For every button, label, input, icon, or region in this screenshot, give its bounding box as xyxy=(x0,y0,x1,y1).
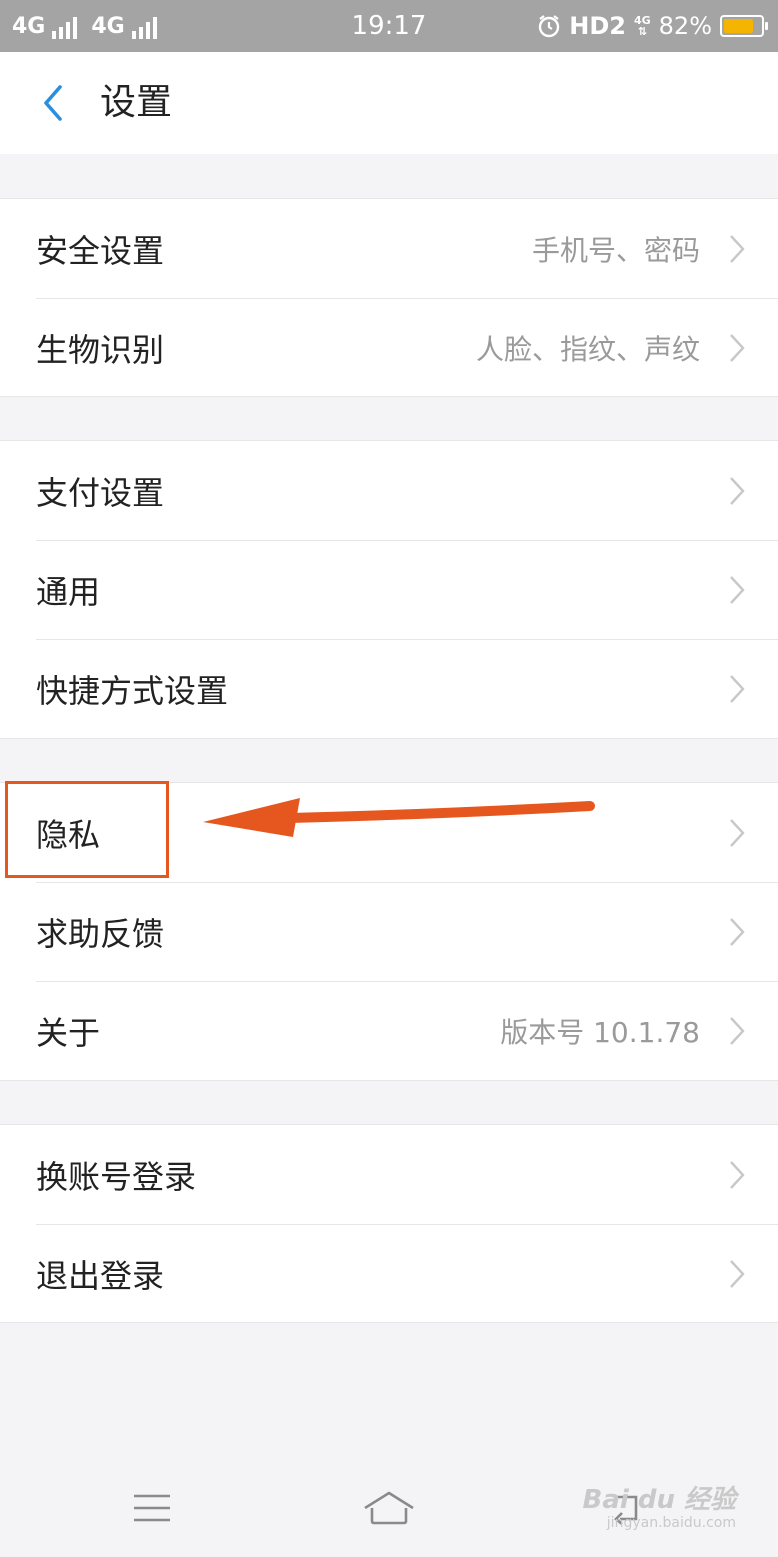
settings-row-logout[interactable]: 退出登录 xyxy=(0,1224,778,1323)
back-button[interactable] xyxy=(28,78,78,128)
row-label: 生物识别 xyxy=(36,330,165,369)
row-value: 人脸、指纹、声纹 xyxy=(475,332,700,366)
row-label: 求助反馈 xyxy=(36,914,165,953)
watermark-logo: Bai du 经验 jingyan.baidu.com xyxy=(583,1485,737,1531)
version-value: 版本号 10.1.78 xyxy=(500,1015,700,1049)
page-title: 设置 xyxy=(100,82,173,123)
row-label: 关于 xyxy=(36,1013,101,1052)
header: 设置 xyxy=(0,52,778,154)
settings-row-about[interactable]: 关于 版本号 10.1.78 xyxy=(0,981,778,1080)
chevron-right-icon xyxy=(730,334,745,362)
battery-icon xyxy=(720,15,768,37)
menu-button[interactable] xyxy=(122,1478,182,1538)
settings-group-security: 安全设置 手机号、密码 生物识别 人脸、指纹、声纹 xyxy=(0,198,778,397)
settings-row-switch-account[interactable]: 换账号登录 xyxy=(0,1125,778,1224)
row-label: 通用 xyxy=(36,572,101,611)
alarm-clock-icon xyxy=(537,14,561,38)
hd-indicator: HD2 xyxy=(569,12,626,40)
battery-percent: 82% xyxy=(658,12,712,40)
row-label: 快捷方式设置 xyxy=(36,671,229,710)
row-label: 换账号登录 xyxy=(36,1157,197,1196)
data-network-label: 4G xyxy=(633,14,651,27)
row-label: 支付设置 xyxy=(36,473,165,512)
chevron-right-icon xyxy=(730,1161,745,1189)
chevron-right-icon xyxy=(730,675,745,703)
chevron-right-icon xyxy=(730,1260,745,1288)
status-bar: 4G 4G 19:17 HD2 4G ⇅ 82% xyxy=(0,0,778,52)
chevron-right-icon xyxy=(730,819,745,847)
home-button[interactable] xyxy=(359,1478,419,1538)
row-value: 手机号、密码 xyxy=(531,233,700,267)
menu-icon xyxy=(134,1494,170,1522)
settings-row-biometrics[interactable]: 生物识别 人脸、指纹、声纹 xyxy=(0,298,778,397)
watermark-text: Bai du 经验 xyxy=(582,1485,737,1515)
chevron-right-icon xyxy=(730,1017,745,1045)
chevron-right-icon xyxy=(730,576,745,604)
settings-group-general: 支付设置 通用 快捷方式设置 xyxy=(0,440,778,739)
settings-row-payment[interactable]: 支付设置 xyxy=(0,441,778,540)
battery-fill xyxy=(724,19,753,33)
settings-row-security[interactable]: 安全设置 手机号、密码 xyxy=(0,199,778,298)
status-right: HD2 4G ⇅ 82% xyxy=(537,0,768,52)
row-label: 安全设置 xyxy=(36,231,165,270)
chevron-right-icon xyxy=(730,235,745,263)
settings-group-account: 换账号登录 退出登录 xyxy=(0,1124,778,1323)
data-activity-icon: 4G ⇅ xyxy=(633,14,651,38)
watermark-url: jingyan.baidu.com xyxy=(606,1515,736,1531)
settings-row-feedback[interactable]: 求助反馈 xyxy=(0,882,778,981)
annotation-arrow-icon xyxy=(203,798,595,837)
settings-row-general[interactable]: 通用 xyxy=(0,540,778,639)
row-label: 退出登录 xyxy=(36,1256,165,1295)
home-icon xyxy=(364,1491,414,1525)
settings-row-shortcuts[interactable]: 快捷方式设置 xyxy=(0,639,778,738)
chevron-right-icon xyxy=(730,918,745,946)
highlight-box xyxy=(5,781,169,878)
chevron-right-icon xyxy=(730,477,745,505)
chevron-left-icon xyxy=(44,85,62,121)
